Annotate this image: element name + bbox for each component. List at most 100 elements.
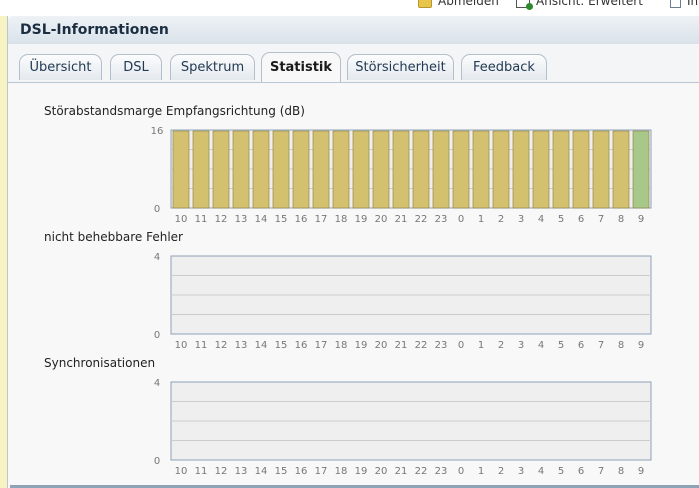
x-tick-label: 19 [355, 466, 368, 477]
chart-snr-margin: 01610 11 12 13 14 15 16 17 18 19 20 21 22 23 0 1 2 3 4 5 6 7 8… [151, 126, 652, 477]
x-tick-label: 13 [235, 214, 248, 225]
x-tick-label: 23 [435, 340, 448, 351]
x-tick-label: 8 [618, 340, 624, 351]
bar [212, 130, 230, 209]
x-tick-label: 0 [458, 466, 464, 477]
bar [172, 130, 190, 209]
bar [492, 130, 510, 209]
y-tick-label: 0 [154, 204, 160, 215]
x-tick-label: 3 [518, 340, 524, 351]
x-tick-label: 1 [478, 214, 484, 225]
x-tick-label: 17 [315, 466, 328, 477]
x-tick-label: 9 [638, 466, 644, 477]
x-tick-label: 14 [255, 214, 268, 225]
tab-dsl[interactable]: DSL [110, 54, 162, 80]
x-tick-label: 15 [275, 466, 288, 477]
page-title: DSL-Informationen [20, 22, 169, 38]
bar [292, 130, 310, 209]
bar [432, 130, 450, 209]
bar [192, 130, 210, 209]
x-tick-label: 22 [415, 340, 428, 351]
tab-feedback[interactable]: Feedback [461, 54, 547, 80]
x-tick-label: 19 [355, 340, 368, 351]
x-tick-label: 9 [638, 340, 644, 351]
y-tick-label: 0 [154, 456, 160, 467]
panel-header: DSL-Informationen [8, 16, 699, 45]
x-tick-label: 5 [558, 214, 564, 225]
lock-icon [418, 0, 432, 8]
x-tick-label: 16 [295, 340, 308, 351]
top-toolbar: Abmelden Ansicht: Erweitert Inhalt [0, 0, 699, 16]
y-tick-label: 0 [154, 330, 160, 341]
view-mode-label: Ansicht: Erweitert [536, 0, 643, 8]
bar [472, 130, 490, 209]
x-tick-label: 20 [375, 214, 388, 225]
x-tick-label: 3 [518, 466, 524, 477]
x-tick-label: 11 [195, 466, 208, 477]
bar [332, 130, 350, 209]
x-tick-label: 18 [335, 340, 348, 351]
x-tick-label: 4 [538, 466, 544, 477]
y-tick-label: 16 [151, 126, 164, 137]
tab-spektrum[interactable]: Spektrum [170, 54, 255, 80]
x-tick-label: 7 [598, 214, 604, 225]
x-tick-label: 6 [578, 466, 584, 477]
chart-title-synchronisations: Synchronisationen [44, 356, 156, 370]
tab-bar: Übersicht DSL Spektrum Statistik Störsic… [8, 44, 699, 83]
left-edge-strip [0, 16, 7, 488]
x-tick-label: 6 [578, 340, 584, 351]
x-tick-label: 22 [415, 214, 428, 225]
x-tick-label: 22 [415, 466, 428, 477]
x-tick-label: 0 [458, 340, 464, 351]
x-tick-label: 17 [315, 214, 328, 225]
content-label: Inhalt [687, 0, 699, 8]
x-tick-label: 4 [538, 214, 544, 225]
bar [392, 130, 410, 209]
x-tick-label: 16 [295, 466, 308, 477]
x-tick-label: 17 [315, 340, 328, 351]
bar [232, 130, 250, 209]
bar [312, 130, 330, 209]
tab-statistik[interactable]: Statistik [261, 52, 341, 82]
bar [552, 130, 570, 209]
x-tick-label: 5 [558, 340, 564, 351]
logout-label: Abmelden [438, 0, 499, 8]
y-tick-label: 4 [154, 378, 160, 389]
x-tick-label: 10 [175, 340, 188, 351]
tab-stoersicherheit[interactable]: Störsicherheit [347, 54, 454, 80]
bar [352, 130, 370, 209]
logout-link[interactable]: Abmelden [418, 0, 499, 8]
x-tick-label: 3 [518, 214, 524, 225]
x-tick-label: 21 [395, 340, 408, 351]
view-mode-link[interactable]: Ansicht: Erweitert [516, 0, 643, 10]
x-tick-label: 9 [638, 214, 644, 225]
bar [632, 130, 650, 209]
x-tick-label: 23 [435, 214, 448, 225]
x-tick-label: 12 [215, 466, 228, 477]
x-tick-label: 15 [275, 214, 288, 225]
x-tick-label: 15 [275, 340, 288, 351]
x-tick-label: 16 [295, 214, 308, 225]
x-tick-label: 4 [538, 340, 544, 351]
x-tick-label: 12 [215, 340, 228, 351]
x-tick-label: 20 [375, 466, 388, 477]
x-tick-label: 20 [375, 340, 388, 351]
x-tick-label: 10 [175, 466, 188, 477]
bar [372, 130, 390, 209]
x-tick-label: 13 [235, 340, 248, 351]
x-tick-label: 2 [498, 466, 504, 477]
x-tick-label: 12 [215, 214, 228, 225]
bar [272, 130, 290, 209]
x-tick-label: 0 [458, 214, 464, 225]
x-tick-label: 1 [478, 466, 484, 477]
tab-uebersicht[interactable]: Übersicht [19, 54, 102, 80]
x-tick-label: 19 [355, 214, 368, 225]
x-tick-label: 2 [498, 340, 504, 351]
x-tick-label: 7 [598, 466, 604, 477]
chart-title-uncorrectable-errors: nicht behebbare Fehler [44, 230, 183, 244]
x-tick-label: 18 [335, 466, 348, 477]
view-icon [516, 0, 533, 10]
content-link[interactable]: Inhalt [670, 0, 699, 8]
x-tick-label: 2 [498, 214, 504, 225]
x-tick-label: 8 [618, 466, 624, 477]
